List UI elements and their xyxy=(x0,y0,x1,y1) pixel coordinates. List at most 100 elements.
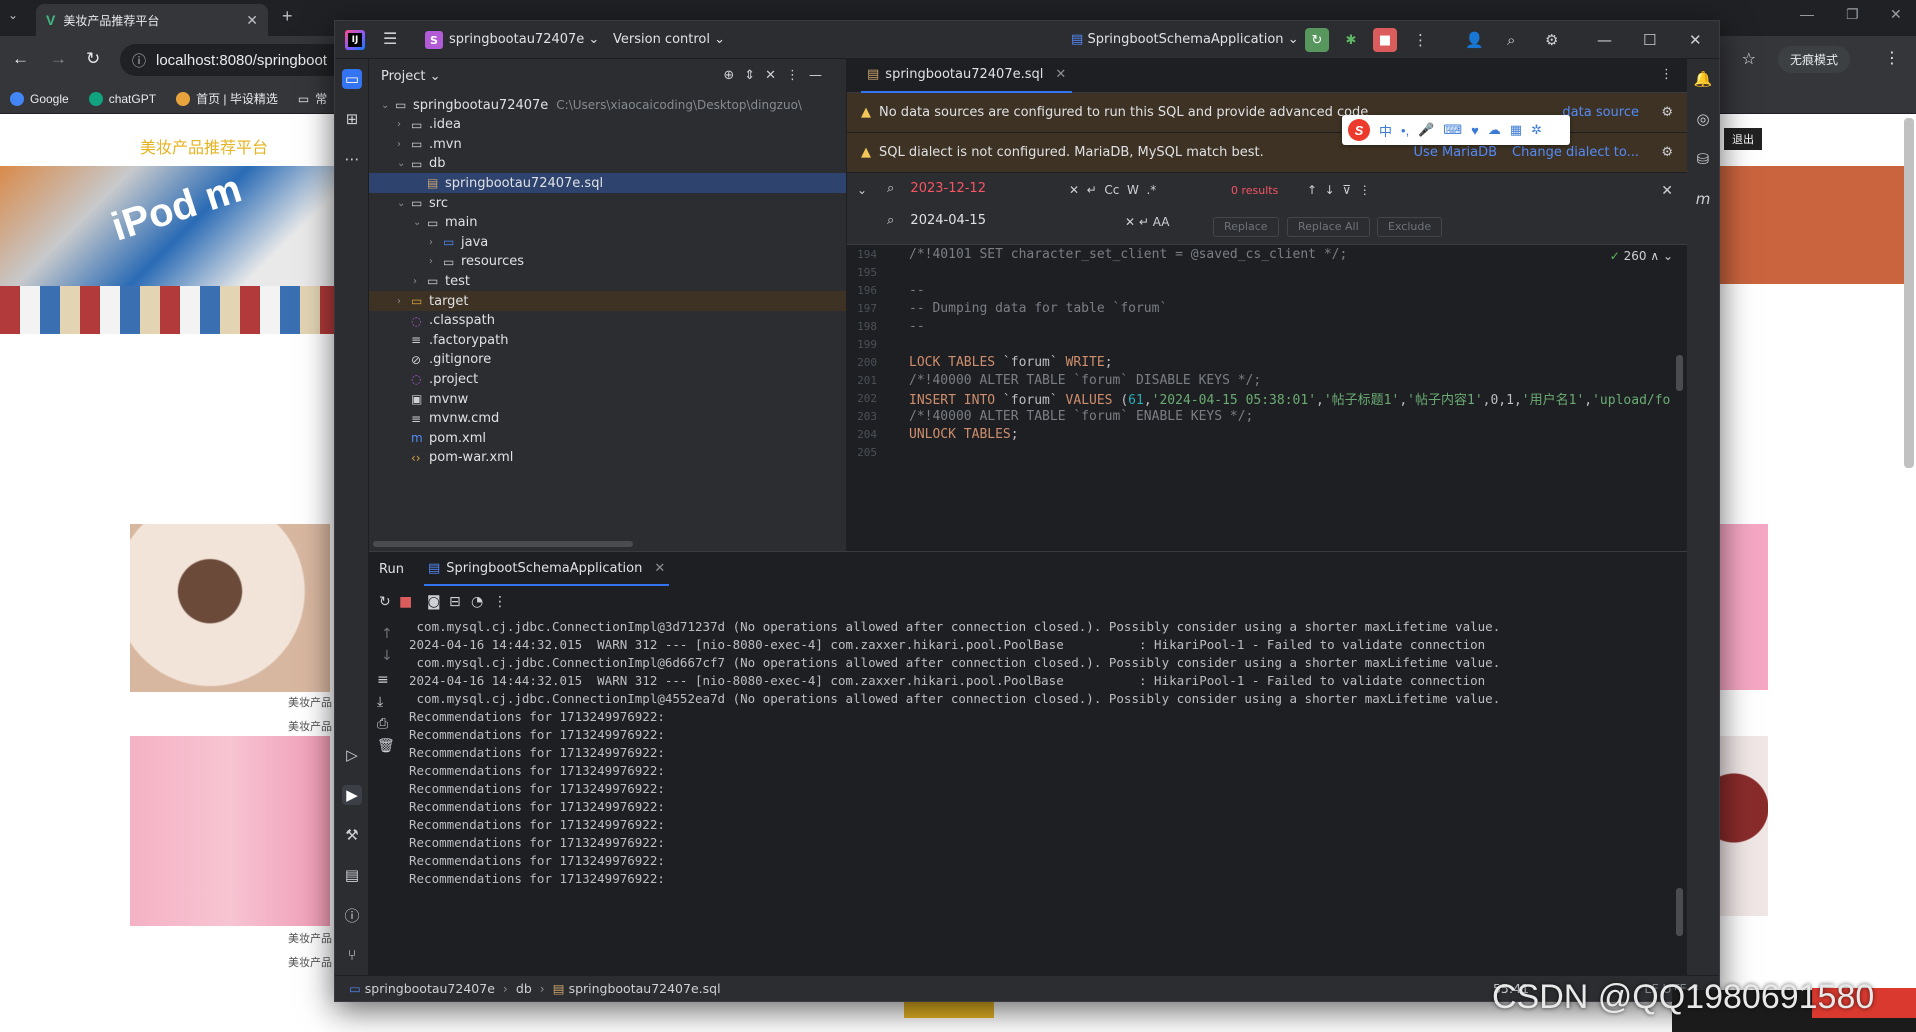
tree-item[interactable]: ≡ .factorypath xyxy=(369,330,846,350)
product-label[interactable]: 美妆产品 xyxy=(288,954,332,970)
run-more-icon[interactable]: ⋮ xyxy=(493,594,507,610)
tree-item[interactable]: ▤ springbootau72407e.sql xyxy=(369,173,846,194)
terminal-tool-icon[interactable]: ▤ xyxy=(342,865,362,885)
tab-search-icon[interactable]: ⌄ xyxy=(8,8,18,22)
search-options-icon[interactable]: ✕ ↵ Cc W .* xyxy=(1069,183,1156,197)
code-line[interactable]: 195 xyxy=(847,263,1687,281)
account-icon[interactable]: 👤 xyxy=(1465,31,1484,49)
ime-mode[interactable]: 中 xyxy=(1379,121,1392,140)
sogou-logo-icon[interactable]: S xyxy=(1348,119,1370,141)
editor-scrollbar[interactable] xyxy=(1676,355,1683,391)
tree-item[interactable]: ▣ mvnw xyxy=(369,389,846,409)
project-hscrollbar[interactable] xyxy=(373,541,633,547)
close-tab-icon[interactable]: ✕ xyxy=(246,12,258,29)
ime-cloud-icon[interactable]: ☁ xyxy=(1488,122,1501,138)
page-scrollbar[interactable] xyxy=(1904,118,1914,468)
run-config-selector[interactable]: ▤ SpringbootSchemaApplication ⌄ xyxy=(1071,32,1299,47)
problems-tool-icon[interactable]: ⓘ xyxy=(342,905,362,925)
project-tool-icon[interactable]: ▭ xyxy=(342,69,362,89)
expand-replace-icon[interactable]: ⌄ xyxy=(857,183,867,197)
logout-button[interactable]: 退出 xyxy=(1724,128,1762,150)
scroll-up-icon[interactable]: ↑ xyxy=(381,626,393,642)
code-line[interactable]: 198 -- xyxy=(847,317,1687,335)
site-info-icon[interactable]: ⓘ xyxy=(132,51,146,71)
close-ide-icon[interactable]: ✕ xyxy=(1689,31,1702,49)
rerun-button[interactable]: ↻ xyxy=(1305,28,1329,52)
browser-menu-icon[interactable]: ⋮ xyxy=(1884,48,1900,68)
tree-item[interactable]: ⌄ ▭ springbootau72407e C:\Users\xiaocaicodi… xyxy=(369,95,846,115)
bookmark-chatgpt[interactable]: chatGPT xyxy=(88,91,156,106)
build-tool-icon[interactable]: ⚒ xyxy=(342,825,362,845)
change-dialect-link[interactable]: Change dialect to... xyxy=(1512,145,1639,160)
search-everywhere-icon[interactable]: ⌕ xyxy=(1507,31,1515,49)
search-input[interactable]: ⌕ 2023-12-12 xyxy=(887,181,986,196)
run-tool-icon[interactable]: ▶ xyxy=(342,785,362,805)
tree-item[interactable]: › ▭ java xyxy=(369,232,846,252)
forward-icon[interactable]: → xyxy=(50,49,67,69)
tree-item[interactable]: › ▭ .idea xyxy=(369,115,846,135)
attach-profiler-icon[interactable]: ◔ xyxy=(471,594,483,610)
ime-punct-icon[interactable]: •, xyxy=(1401,123,1409,138)
git-tool-icon[interactable]: ⑂ xyxy=(342,945,362,965)
chevron-right-icon[interactable]: › xyxy=(397,296,411,307)
notifications-icon[interactable]: 🔔 xyxy=(1693,69,1713,89)
code-line[interactable]: 201 /*!40000 ALTER TABLE `forum` DISABLE … xyxy=(847,371,1687,389)
tree-item[interactable]: › ▭ target xyxy=(369,291,846,311)
close-editor-tab-icon[interactable]: ✕ xyxy=(1055,67,1066,82)
reload-icon[interactable]: ↻ xyxy=(86,49,100,69)
stop-button[interactable]: ■ xyxy=(1373,28,1397,52)
banner-settings-icon[interactable]: ⚙ xyxy=(1661,145,1673,160)
code-editor[interactable]: 194 /*!40101 SET character_set_client = @… xyxy=(847,245,1687,515)
search-nav-icons[interactable]: ↑ ↓ ⊽ ⋮ xyxy=(1307,183,1371,197)
tree-item[interactable]: › ▭ resources xyxy=(369,252,846,272)
tree-item[interactable]: ⊘ .gitignore xyxy=(369,350,846,370)
replace-input[interactable]: ⌕ 2024-04-15 xyxy=(887,213,986,228)
chevron-down-icon[interactable]: ⌄ xyxy=(397,198,411,209)
chevron-down-icon[interactable]: ⌄ xyxy=(397,158,411,169)
product-label[interactable]: 美妆产品 xyxy=(288,718,332,734)
run-tab-app[interactable]: ▤ SpringbootSchemaApplication ✕ xyxy=(423,552,670,586)
minimize-browser-icon[interactable]: — xyxy=(1800,6,1814,22)
ime-settings-icon[interactable]: ✲ xyxy=(1531,122,1542,138)
banner-image-right[interactable] xyxy=(1720,166,1906,284)
code-line[interactable]: 197 -- Dumping data for table `forum` xyxy=(847,299,1687,317)
maximize-ide-icon[interactable]: ☐ xyxy=(1643,31,1656,49)
chevron-right-icon[interactable]: › xyxy=(429,237,443,248)
product-image[interactable] xyxy=(130,736,330,926)
stop-run-icon[interactable]: ■ xyxy=(399,594,412,610)
console-scrollbar[interactable] xyxy=(1676,888,1683,936)
tree-item[interactable]: › ▭ .mvn xyxy=(369,134,846,154)
rerun-icon[interactable]: ↻ xyxy=(379,594,391,610)
project-switcher[interactable]: springbootau72407e ⌄ xyxy=(449,32,599,47)
code-line[interactable]: 203 /*!40000 ALTER TABLE `forum` ENABLE K… xyxy=(847,407,1687,425)
bookmark-star-icon[interactable]: ☆ xyxy=(1742,49,1756,69)
replace-options-icon[interactable]: ✕ ↵ A͏A xyxy=(1125,215,1170,229)
chevron-right-icon[interactable]: › xyxy=(397,139,411,150)
code-line[interactable]: 204 UNLOCK TABLES; xyxy=(847,425,1687,443)
restore-browser-icon[interactable]: ❐ xyxy=(1846,6,1859,23)
code-line[interactable]: 199 xyxy=(847,335,1687,353)
more-actions-icon[interactable]: ⋮ xyxy=(1413,31,1428,49)
code-line[interactable]: 200 LOCK TABLES `forum` WRITE; xyxy=(847,353,1687,371)
breadcrumb-project[interactable]: springbootau72407e xyxy=(365,981,495,996)
maven-tool-icon[interactable]: m xyxy=(1693,189,1713,209)
banner-image[interactable]: iPod m xyxy=(0,166,334,286)
more-tools-icon[interactable]: ⋯ xyxy=(342,149,362,169)
chevron-right-icon[interactable]: › xyxy=(413,276,427,287)
product-image[interactable] xyxy=(130,524,330,692)
breadcrumb-file[interactable]: springbootau72407e.sql xyxy=(569,981,721,996)
code-line[interactable]: 202 INSERT INTO `forum` VALUES (61,'2024-… xyxy=(847,389,1687,408)
settings-gear-icon[interactable]: ⚙ xyxy=(1545,31,1558,49)
ime-mic-icon[interactable]: 🎤 xyxy=(1418,122,1434,138)
code-line[interactable]: 196 -- xyxy=(847,281,1687,299)
console-output[interactable]: com.mysql.cj.jdbc.ConnectionImpl@3d71237… xyxy=(409,618,1669,958)
database-tool-icon[interactable]: ⛁ xyxy=(1693,149,1713,169)
banner-thumbnail-strip[interactable] xyxy=(0,286,334,334)
close-browser-icon[interactable]: ✕ xyxy=(1890,6,1902,23)
debug-button[interactable]: ✱ xyxy=(1339,28,1363,52)
banner-settings-icon[interactable]: ⚙ xyxy=(1661,105,1673,120)
chevron-down-icon[interactable]: ⌄ xyxy=(381,100,395,111)
product-label[interactable]: 美妆产品 xyxy=(288,694,332,710)
structure-tool-icon[interactable]: ⊞ xyxy=(342,109,362,129)
close-run-tab-icon[interactable]: ✕ xyxy=(654,561,665,576)
